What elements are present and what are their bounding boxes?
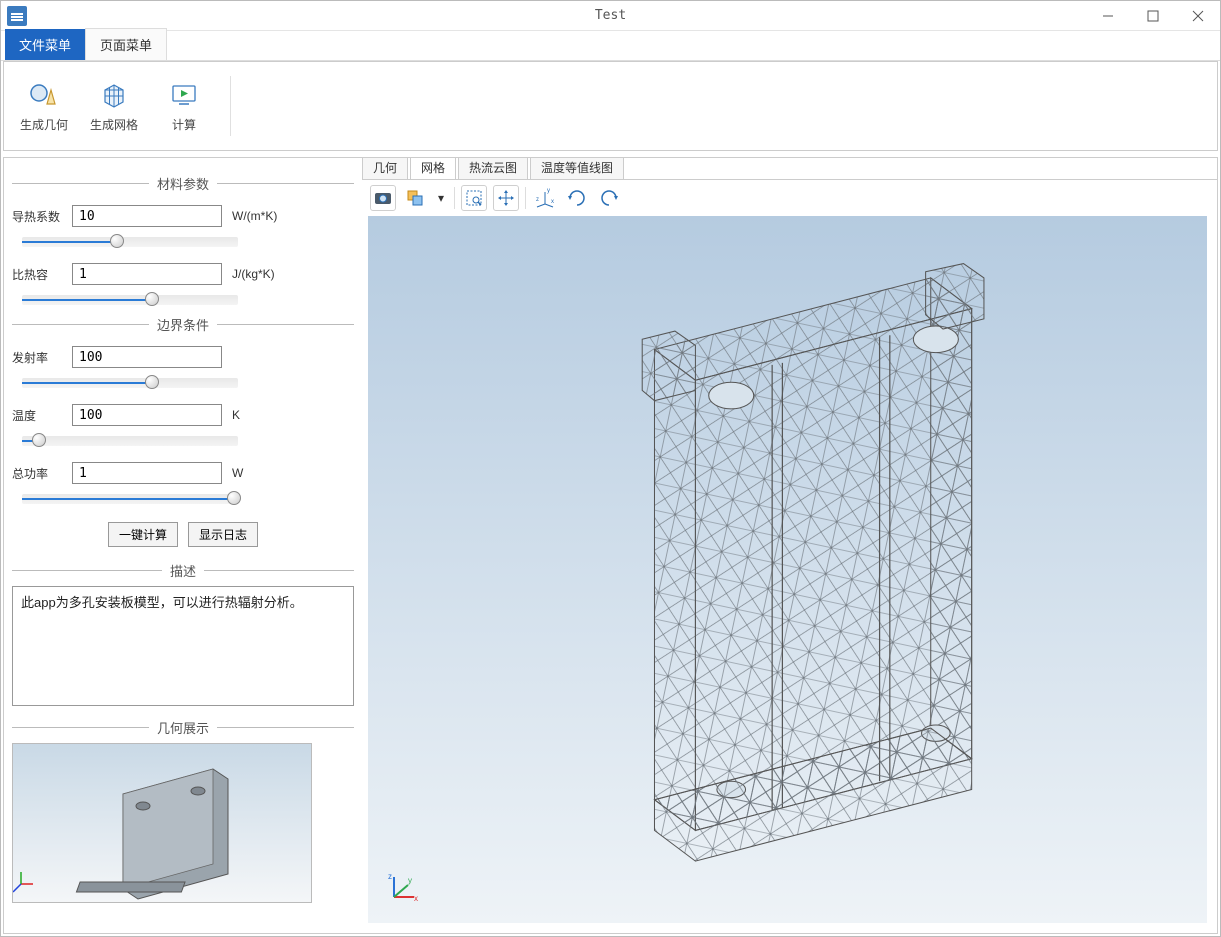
generate-geometry-button[interactable]: 生成几何 bbox=[14, 66, 74, 146]
geometry-preview[interactable] bbox=[12, 743, 312, 903]
specific-heat-label: 比热容 bbox=[12, 266, 68, 283]
total-power-input[interactable] bbox=[72, 462, 222, 484]
axes-xyz-icon[interactable]: z yx bbox=[532, 185, 558, 211]
param-emissivity: 发射率 bbox=[12, 346, 354, 392]
temperature-slider[interactable] bbox=[22, 436, 238, 446]
app-icon bbox=[7, 6, 27, 26]
minimize-button[interactable] bbox=[1085, 1, 1130, 31]
axis-triad-icon: x z y bbox=[386, 869, 422, 905]
viewport-tabs: 几何 网格 热流云图 温度等值线图 bbox=[362, 158, 1217, 180]
ribbon-toolbar: 生成几何 生成网格 计算 bbox=[3, 61, 1218, 151]
vtab-mesh[interactable]: 网格 bbox=[410, 157, 456, 179]
svg-text:z: z bbox=[388, 872, 392, 881]
param-temperature: 温度 K bbox=[12, 404, 354, 450]
thermal-conductivity-unit: W/(m*K) bbox=[226, 209, 298, 223]
mesh-cube-icon bbox=[99, 80, 129, 110]
rotate-cw-icon[interactable] bbox=[564, 185, 590, 211]
thermal-conductivity-input[interactable] bbox=[72, 205, 222, 227]
main-area: 材料参数 导热系数 W/(m*K) 比热容 J/(kg*K) 边界条件 发射率 bbox=[3, 157, 1218, 934]
pan-all-icon[interactable] bbox=[493, 185, 519, 211]
rotate-ccw-icon[interactable] bbox=[596, 185, 622, 211]
titlebar: Test bbox=[1, 1, 1220, 31]
generate-geometry-label: 生成几何 bbox=[20, 116, 68, 133]
compute-label: 计算 bbox=[172, 116, 196, 133]
generate-mesh-label: 生成网格 bbox=[90, 116, 138, 133]
param-thermal-conductivity: 导热系数 W/(m*K) bbox=[12, 205, 354, 251]
ribbon-separator bbox=[230, 76, 231, 136]
zoom-box-icon[interactable] bbox=[461, 185, 487, 211]
vtab-geometry[interactable]: 几何 bbox=[362, 157, 408, 179]
total-power-unit: W bbox=[226, 466, 298, 480]
thermal-conductivity-label: 导热系数 bbox=[12, 208, 68, 225]
viewport-panel: 几何 网格 热流云图 温度等值线图 ▾ zyx bbox=[362, 158, 1217, 933]
specific-heat-slider[interactable] bbox=[22, 295, 238, 305]
specific-heat-unit: J/(kg*K) bbox=[226, 267, 298, 281]
section-description: 描述 bbox=[12, 561, 354, 580]
maximize-button[interactable] bbox=[1130, 1, 1175, 31]
vtab-isotherms[interactable]: 温度等值线图 bbox=[530, 157, 624, 179]
show-log-button[interactable]: 显示日志 bbox=[188, 522, 258, 547]
compute-button[interactable]: 计算 bbox=[154, 66, 214, 146]
dropdown-icon[interactable]: ▾ bbox=[434, 185, 448, 211]
emissivity-input[interactable] bbox=[72, 346, 222, 368]
param-total-power: 总功率 W bbox=[12, 462, 354, 508]
thermal-conductivity-slider[interactable] bbox=[22, 237, 238, 247]
viewport-canvas[interactable]: x z y bbox=[368, 216, 1207, 923]
temperature-unit: K bbox=[226, 408, 298, 422]
window-title: Test bbox=[595, 8, 626, 23]
svg-text:z: z bbox=[536, 197, 539, 203]
description-text: 此app为多孔安装板模型，可以进行热辐射分析。 bbox=[12, 586, 354, 706]
total-power-label: 总功率 bbox=[12, 465, 68, 482]
section-boundary: 边界条件 bbox=[12, 315, 354, 334]
mesh-plate-rendering bbox=[368, 216, 1207, 923]
preview-plate-icon bbox=[13, 744, 313, 904]
svg-text:x: x bbox=[414, 894, 418, 903]
compute-monitor-icon bbox=[169, 80, 199, 110]
sphere-cone-icon bbox=[29, 80, 59, 110]
emissivity-slider[interactable] bbox=[22, 378, 238, 388]
temperature-label: 温度 bbox=[12, 407, 68, 424]
param-specific-heat: 比热容 J/(kg*K) bbox=[12, 263, 354, 309]
vtab-heatflux[interactable]: 热流云图 bbox=[458, 157, 528, 179]
svg-text:x: x bbox=[551, 199, 554, 205]
temperature-input[interactable] bbox=[72, 404, 222, 426]
section-preview: 几何展示 bbox=[12, 718, 354, 737]
camera-icon[interactable] bbox=[370, 185, 396, 211]
specific-heat-input[interactable] bbox=[72, 263, 222, 285]
sidebar: 材料参数 导热系数 W/(m*K) 比热容 J/(kg*K) 边界条件 发射率 bbox=[4, 158, 362, 933]
tab-file-menu[interactable]: 文件菜单 bbox=[5, 29, 85, 60]
tab-page-menu[interactable]: 页面菜单 bbox=[85, 28, 167, 60]
generate-mesh-button[interactable]: 生成网格 bbox=[84, 66, 144, 146]
total-power-slider[interactable] bbox=[22, 494, 238, 504]
one-click-compute-button[interactable]: 一键计算 bbox=[108, 522, 178, 547]
section-material: 材料参数 bbox=[12, 174, 354, 193]
emissivity-label: 发射率 bbox=[12, 349, 68, 366]
svg-text:y: y bbox=[408, 876, 412, 885]
box-select-icon[interactable] bbox=[402, 185, 428, 211]
svg-text:y: y bbox=[547, 188, 550, 194]
ribbon-tabs: 文件菜单 页面菜单 bbox=[1, 31, 1220, 61]
viewport-toolbar: ▾ z yx bbox=[362, 180, 1217, 216]
close-button[interactable] bbox=[1175, 1, 1220, 31]
